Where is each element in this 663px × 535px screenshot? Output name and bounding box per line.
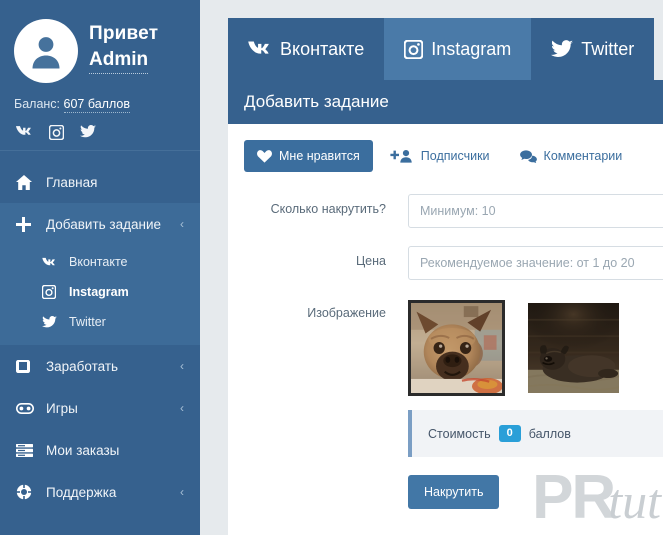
instagram-icon[interactable]	[49, 125, 64, 140]
sidebar-item-label: Заработать	[46, 358, 119, 374]
submit-button[interactable]: Накрутить	[408, 475, 500, 509]
sidebar-social-links	[0, 123, 200, 151]
amount-input[interactable]	[408, 194, 663, 228]
sidebar-item-label: Поддержка	[46, 484, 117, 500]
tab-label: Instagram	[431, 38, 512, 59]
sidebar-item-label: Игры	[46, 400, 78, 416]
tab-label: Вконтакте	[280, 38, 365, 59]
sidebar-subitem-twitter[interactable]: Twitter	[0, 307, 200, 337]
sidebar-submenu: Вконтакте Instagram Twitter	[0, 245, 200, 345]
instagram-icon	[42, 285, 62, 299]
sidebar-item-games[interactable]: Игры ‹	[0, 387, 200, 429]
tab-instagram[interactable]: Instagram	[384, 18, 532, 80]
cost-label: Стоимость	[428, 426, 491, 441]
price-label: Цена	[355, 254, 386, 268]
form-row-price: Цена	[228, 246, 663, 280]
sidebar-subitem-label: Вконтакте	[69, 255, 128, 269]
balance-value[interactable]: 607 баллов	[63, 97, 130, 113]
twitter-icon[interactable]	[80, 125, 96, 140]
sidebar: Привет Admin Баланс: 607 баллов Главная …	[0, 0, 200, 535]
book-icon	[16, 359, 38, 373]
lifebuoy-icon	[16, 484, 38, 500]
profile-block: Привет Admin	[0, 0, 200, 93]
sidebar-subitem-label: Twitter	[69, 315, 106, 329]
chevron-left-icon: ‹	[180, 401, 184, 415]
cost-panel: Стоимость 0 баллов	[408, 410, 663, 457]
gamepad-icon	[16, 402, 38, 414]
avatar	[14, 19, 78, 83]
add-user-icon	[390, 149, 414, 163]
instagram-icon	[404, 39, 424, 59]
sidebar-item-label: Добавить задание	[46, 216, 162, 232]
sidebar-nav: Главная Добавить задание ‹ Вконтакте Ins…	[0, 151, 200, 535]
subtab-label: Мне нравится	[279, 149, 360, 163]
sidebar-subitem-label: Instagram	[69, 285, 129, 299]
heart-icon	[257, 149, 272, 163]
sidebar-item-my-orders[interactable]: Мои заказы	[0, 429, 200, 471]
price-input[interactable]	[408, 246, 663, 280]
panel-body: Мне нравится Подписчики Комментарии Скол…	[228, 124, 663, 509]
subtab-label: Комментарии	[543, 149, 623, 163]
greeting-block: Привет Admin	[89, 16, 158, 74]
twitter-icon	[42, 316, 62, 328]
sidebar-subitem-vk[interactable]: Вконтакте	[0, 247, 200, 277]
page-title: Добавить задание	[244, 92, 389, 111]
balance-row: Баланс: 607 баллов	[0, 93, 200, 123]
home-icon	[16, 174, 38, 190]
sidebar-item-label: Мои заказы	[46, 442, 120, 458]
panel-header: Добавить задание	[228, 80, 663, 124]
sidebar-item-earn[interactable]: Заработать ‹	[0, 345, 200, 387]
image-control: Стоимость 0 баллов Накрутить	[408, 298, 663, 509]
tab-label: Twitter	[581, 38, 635, 59]
tab-vkontakte[interactable]: Вконтакте	[228, 18, 385, 80]
sidebar-item-home[interactable]: Главная	[0, 161, 200, 203]
greeting-text: Привет	[89, 23, 159, 44]
task-panel: Добавить задание Мне нравится Подписчики…	[228, 80, 663, 535]
main-content: Вконтакте Instagram Twitter Добавить зад…	[200, 0, 663, 535]
app-root: Привет Admin Баланс: 607 баллов Главная …	[0, 0, 663, 535]
username[interactable]: Admin	[89, 48, 149, 74]
tab-twitter[interactable]: Twitter	[531, 18, 655, 80]
image-label: Изображение	[307, 306, 386, 320]
subtab-comments[interactable]: Комментарии	[507, 140, 636, 172]
chevron-left-icon: ‹	[180, 217, 184, 231]
amount-control	[408, 194, 663, 228]
subtab-likes[interactable]: Мне нравится	[244, 140, 373, 172]
subtab-label: Подписчики	[420, 149, 490, 163]
sidebar-item-add-task[interactable]: Добавить задание ‹	[0, 203, 200, 245]
comments-icon	[519, 149, 537, 163]
network-tabs: Вконтакте Instagram Twitter	[228, 18, 663, 80]
thumbnail-dog-lying[interactable]	[525, 300, 622, 396]
plus-icon	[16, 216, 38, 232]
subtab-followers[interactable]: Подписчики	[377, 140, 503, 172]
amount-label: Сколько накрутить?	[270, 202, 386, 216]
vk-icon[interactable]	[16, 125, 33, 140]
price-control	[408, 246, 663, 280]
task-type-tabs: Мне нравится Подписчики Комментарии	[228, 140, 663, 172]
sidebar-item-label: Главная	[46, 174, 98, 190]
chevron-left-icon: ‹	[180, 485, 184, 499]
cost-badge: 0	[498, 425, 521, 442]
list-icon	[16, 443, 38, 457]
vk-icon	[248, 40, 272, 58]
twitter-icon	[551, 40, 574, 58]
form-row-image: Изображение Стоимость 0 баллов Накрутить	[228, 298, 663, 509]
thumbnail-french-bulldog[interactable]	[408, 300, 505, 396]
vk-icon	[42, 257, 62, 268]
cost-unit: баллов	[528, 426, 571, 441]
chevron-left-icon: ‹	[180, 359, 184, 373]
sidebar-item-support[interactable]: Поддержка ‹	[0, 471, 200, 513]
balance-label: Баланс:	[14, 97, 61, 111]
thumbnail-list	[408, 298, 663, 396]
form-row-amount: Сколько накрутить?	[228, 194, 663, 228]
task-form: Сколько накрутить? Цена Изображение	[228, 172, 663, 509]
sidebar-subitem-instagram[interactable]: Instagram	[0, 277, 200, 307]
